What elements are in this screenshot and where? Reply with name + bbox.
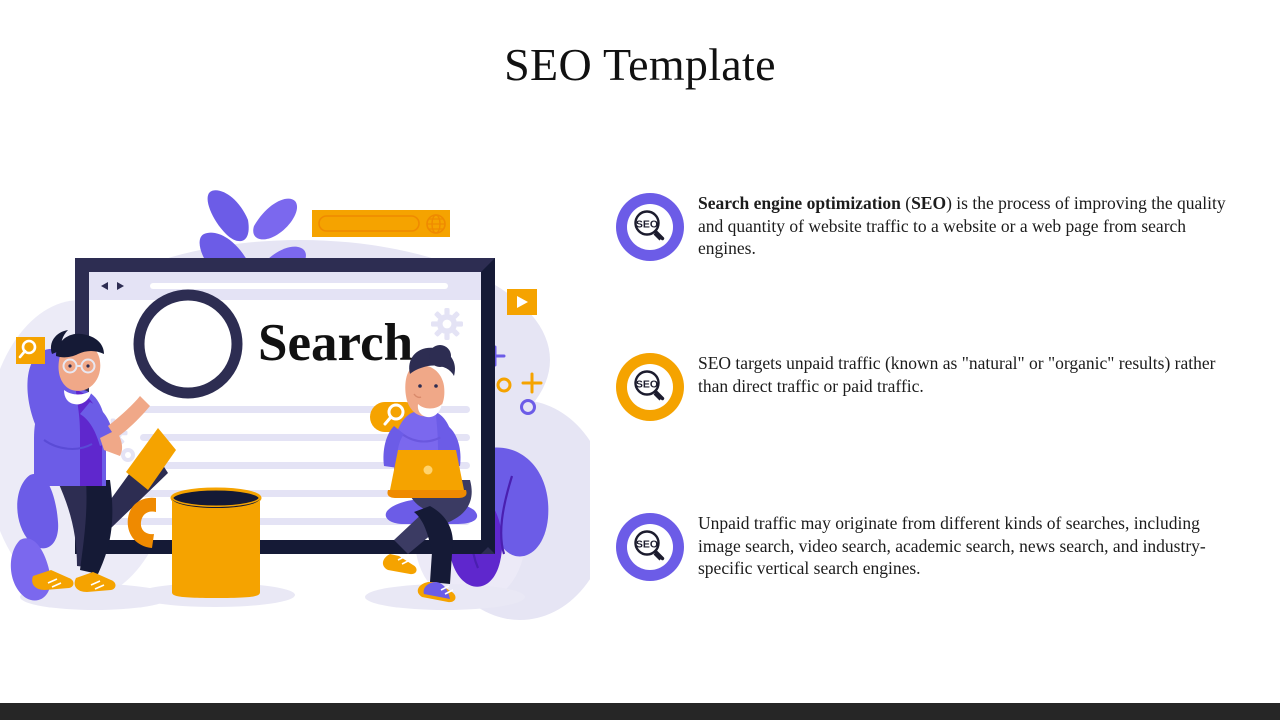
bullet-1-bold-lead: Search engine optimization bbox=[698, 193, 901, 213]
svg-text:SEO: SEO bbox=[636, 539, 658, 551]
coffee-mug bbox=[127, 487, 262, 598]
seo-magnifier-icon: SEO bbox=[616, 193, 684, 261]
seo-magnifier-icon: SEO bbox=[616, 353, 684, 421]
gear-large bbox=[431, 308, 463, 340]
gear-mid bbox=[121, 448, 135, 462]
bullet-1-bold-abbr: SEO bbox=[911, 193, 947, 213]
svg-text:SEO: SEO bbox=[636, 219, 658, 231]
svg-text:SEO: SEO bbox=[636, 379, 658, 391]
search-badge-left bbox=[16, 337, 45, 364]
list-item-text: Unpaid traffic may originate from differ… bbox=[698, 513, 1206, 579]
bullet-1-run-2: ( bbox=[900, 193, 912, 213]
illustration-headline: Search bbox=[258, 314, 413, 372]
list-item-text: SEO targets unpaid traffic (known as "na… bbox=[698, 353, 1216, 396]
floating-search-bar bbox=[312, 210, 450, 237]
list-item: SEO SEO targets unpaid traffic (known as… bbox=[616, 340, 1264, 500]
page-title: SEO Template bbox=[504, 39, 776, 90]
list-item: SEO Search engine optimization (SEO) is … bbox=[616, 180, 1264, 340]
slide-canvas: SEO Template Search SEO Search engine op… bbox=[0, 0, 1280, 720]
seo-search-illustration: Search bbox=[0, 150, 590, 620]
seo-magnifier-icon: SEO bbox=[616, 513, 684, 581]
list-item-text: Search engine optimization (SEO) is the … bbox=[698, 192, 1238, 260]
footer-bar bbox=[0, 703, 1280, 720]
list-item: SEO Unpaid traffic may originate from di… bbox=[616, 500, 1264, 660]
bullet-list: SEO Search engine optimization (SEO) is … bbox=[616, 180, 1264, 660]
play-badge bbox=[507, 289, 537, 315]
